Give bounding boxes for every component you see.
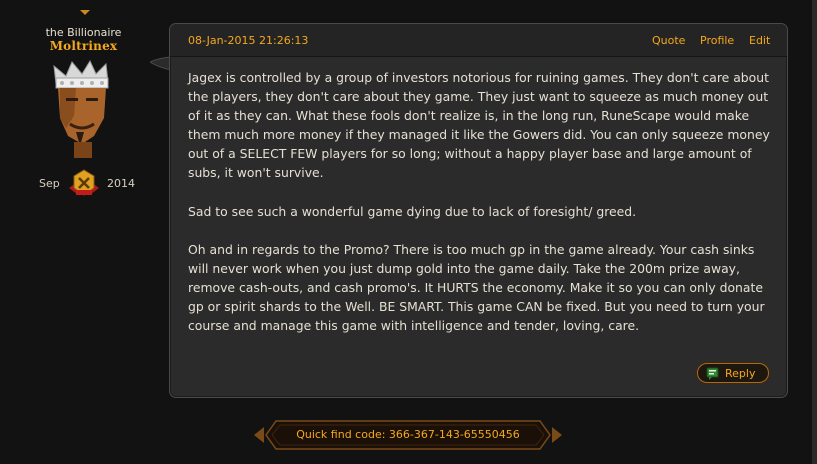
post-date: 08-Jan-2015 21:26:13 (188, 34, 309, 47)
post-paragraph: Sad to see such a wonderful game dying d… (188, 203, 637, 219)
reply-icon (706, 366, 719, 380)
username[interactable]: Moltrinex (0, 39, 167, 53)
quote-link[interactable]: Quote (652, 34, 685, 47)
join-year: 2014 (107, 177, 135, 190)
quick-find-label: Quick find code: 366-367-143-65550456 (296, 428, 520, 441)
edit-link[interactable]: Edit (749, 34, 770, 47)
scrollbar-edge (812, 0, 817, 464)
rank-badge-icon (67, 168, 101, 198)
user-title: the Billionaire (45, 26, 122, 39)
post-paragraph: Oh and in regards to the Promo? There is… (188, 241, 765, 334)
post-header: 08-Jan-2015 21:26:13 Quote Profile Edit (170, 24, 787, 57)
reply-button[interactable]: Reply (697, 363, 769, 383)
player-avatar-icon[interactable] (46, 58, 122, 158)
quick-find-code[interactable]: Quick find code: 366-367-143-65550456 (252, 417, 564, 453)
post-body: Jagex is controlled by a group of invest… (188, 68, 773, 354)
post-container: 08-Jan-2015 21:26:13 Quote Profile Edit … (169, 23, 788, 398)
user-panel: the Billionaire Moltrinex Sep 2014 (0, 0, 170, 464)
reply-label: Reply (725, 367, 756, 380)
profile-link[interactable]: Profile (700, 34, 734, 47)
join-month: Sep (39, 177, 60, 190)
post-paragraph: Jagex is controlled by a group of invest… (188, 70, 770, 181)
